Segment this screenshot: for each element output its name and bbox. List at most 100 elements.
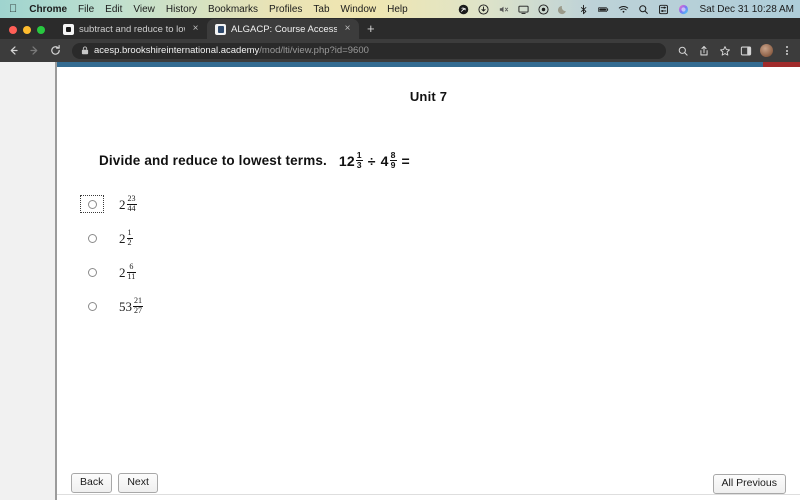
- menu-item-view[interactable]: View: [133, 4, 155, 15]
- window-traffic-lights: [0, 26, 55, 39]
- lesson-page: Unit 7 Divide and reduce to lowest terms…: [57, 62, 800, 500]
- menu-item-chrome[interactable]: Chrome: [29, 4, 67, 15]
- browser-toolbar: acesp.brookshireinternational.academy/mo…: [0, 39, 800, 62]
- option-2-denominator: 2: [126, 237, 133, 247]
- bluetooth-icon[interactable]: [578, 4, 589, 15]
- battery-icon[interactable]: [598, 4, 609, 15]
- answer-option-4[interactable]: 53 21 27: [79, 289, 786, 323]
- question-prompt: Divide and reduce to lowest terms. 12 1 …: [99, 150, 786, 171]
- browser-tab-1[interactable]: subtract and reduce to lowest t ×: [55, 19, 207, 39]
- option-4-numerator: 21: [134, 296, 143, 306]
- three-dot-menu-icon[interactable]: [780, 44, 794, 58]
- apple-logo-icon[interactable]: : [9, 3, 17, 15]
- option-3-whole: 2: [119, 264, 126, 280]
- answer-label-4: 53 21 27: [119, 296, 144, 315]
- division-operator: ÷: [367, 152, 376, 169]
- reload-icon[interactable]: [48, 44, 62, 58]
- tab-title: subtract and reduce to lowest t: [79, 23, 185, 35]
- dividend-fraction: 1 3: [355, 150, 363, 171]
- lesson-footer: Back Next All Previous: [57, 467, 800, 500]
- dividend-numerator: 1: [356, 150, 362, 160]
- divisor-denominator: 9: [389, 160, 397, 171]
- minimize-window-button[interactable]: [23, 26, 31, 34]
- answer-radio-2[interactable]: [79, 228, 105, 248]
- menu-item-window[interactable]: Window: [341, 4, 377, 15]
- wifi-icon[interactable]: [618, 4, 629, 15]
- menu-item-bookmarks[interactable]: Bookmarks: [208, 4, 258, 15]
- menu-item-history[interactable]: History: [166, 4, 197, 15]
- back-arrow-icon[interactable]: [6, 44, 20, 58]
- menu-item-help[interactable]: Help: [387, 4, 408, 15]
- radio-circle-icon: [87, 199, 97, 209]
- question-expression: 12 1 3 ÷ 4 8 9 =: [338, 150, 415, 171]
- tab-title: ALGACP: Course Access: [231, 23, 337, 35]
- control-icon[interactable]: [538, 3, 550, 15]
- mute-icon[interactable]: [498, 4, 509, 15]
- answer-label-2: 2 1 2: [119, 228, 133, 247]
- equals-sign: =: [401, 152, 410, 169]
- shazam-icon[interactable]: [458, 4, 469, 15]
- forward-arrow-icon[interactable]: [27, 44, 41, 58]
- course-side-panel[interactable]: [0, 62, 57, 500]
- new-tab-button[interactable]: +: [359, 22, 383, 39]
- divisor-whole: 4: [380, 152, 389, 169]
- tab-close-icon[interactable]: ×: [190, 24, 201, 34]
- menu-item-file[interactable]: File: [78, 4, 94, 15]
- divisor-mixed-number: 4 8 9: [380, 150, 397, 171]
- url-host: acesp.brookshireinternational.academy: [94, 45, 260, 56]
- divisor-numerator: 8: [390, 150, 396, 160]
- footer-all-previous: All Previous: [712, 467, 786, 494]
- answer-option-2[interactable]: 2 1 2: [79, 221, 786, 255]
- lesson-content: Unit 7 Divide and reduce to lowest terms…: [57, 67, 800, 500]
- tab-favicon-icon: [63, 23, 74, 35]
- download-icon[interactable]: [478, 3, 490, 15]
- answer-option-1[interactable]: 2 23 44: [79, 187, 786, 221]
- profile-avatar[interactable]: [760, 44, 773, 57]
- tab-close-icon[interactable]: ×: [342, 24, 353, 34]
- radio-circle-icon: [87, 301, 97, 311]
- close-window-button[interactable]: [9, 26, 17, 34]
- maximize-window-button[interactable]: [37, 26, 45, 34]
- option-2-numerator: 1: [127, 228, 132, 238]
- lock-icon: [81, 46, 89, 55]
- side-panel-icon[interactable]: [739, 44, 753, 58]
- page-title: Unit 7: [409, 89, 448, 104]
- menu-bar-items:  Chrome File Edit View History Bookmark…: [0, 3, 408, 15]
- all-previous-button[interactable]: All Previous: [712, 474, 786, 494]
- menu-item-tab[interactable]: Tab: [313, 4, 329, 15]
- answer-option-3[interactable]: 2 6 11: [79, 255, 786, 289]
- option-1-whole: 2: [119, 196, 126, 212]
- option-4-whole: 53: [119, 298, 132, 314]
- menu-item-profiles[interactable]: Profiles: [269, 4, 302, 15]
- spotlight-search-icon[interactable]: [638, 4, 649, 15]
- menu-item-edit[interactable]: Edit: [105, 4, 122, 15]
- url-path: /mod/lti/view.php?id=9600: [259, 45, 369, 56]
- option-3-numerator: 6: [129, 262, 134, 272]
- next-button[interactable]: Next: [118, 473, 158, 493]
- back-button[interactable]: Back: [71, 473, 113, 493]
- share-icon[interactable]: [697, 44, 711, 58]
- control-center-icon[interactable]: [658, 4, 669, 15]
- search-icon[interactable]: [676, 44, 690, 58]
- browser-tab-2[interactable]: ALGACP: Course Access ×: [207, 19, 359, 39]
- siri-icon[interactable]: [678, 4, 689, 15]
- option-2-whole: 2: [119, 230, 126, 246]
- display-icon[interactable]: [518, 4, 530, 15]
- option-1-denominator: 44: [126, 203, 137, 213]
- footer-nav-buttons: Back Next: [71, 467, 158, 493]
- answer-radio-4[interactable]: [79, 296, 105, 316]
- dividend-denominator: 3: [355, 160, 363, 171]
- option-3-denominator: 11: [126, 271, 137, 281]
- menu-bar-status-items: Sat Dec 31 10:28 AM: [458, 0, 794, 18]
- page-viewport: Unit 7 Divide and reduce to lowest terms…: [0, 62, 800, 500]
- answer-radio-3[interactable]: [79, 262, 105, 282]
- menu-bar-clock[interactable]: Sat Dec 31 10:28 AM: [699, 4, 794, 15]
- dividend-whole: 12: [338, 152, 355, 169]
- option-1-numerator: 23: [127, 194, 136, 204]
- answer-radio-1[interactable]: [79, 194, 105, 214]
- address-bar-text: acesp.brookshireinternational.academy/mo…: [94, 45, 369, 56]
- star-icon[interactable]: [718, 44, 732, 58]
- address-bar[interactable]: acesp.brookshireinternational.academy/mo…: [72, 42, 666, 59]
- moon-icon[interactable]: [558, 4, 569, 15]
- dividend-mixed-number: 12 1 3: [338, 150, 363, 171]
